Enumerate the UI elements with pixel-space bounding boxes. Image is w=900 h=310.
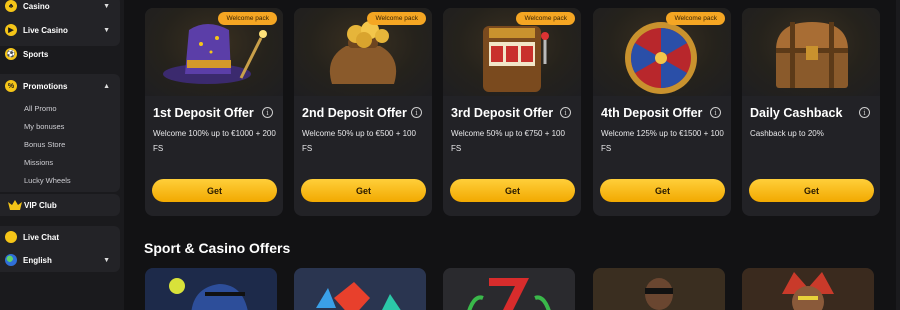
sidebar-item-label: Sports [23, 49, 49, 59]
chevron-down-icon[interactable]: ▼ [103, 257, 110, 264]
sidebar: ♣ Casino ▼ ▶ Live Casino ▼ ⚽ Sports % Pr… [0, 0, 124, 310]
casino-icon: ♣ [5, 0, 17, 12]
offer-tile-character[interactable] [593, 268, 725, 310]
offer-description: Welcome 125% up to €1500 + 100 FS [601, 129, 724, 153]
sidebar-subitem-my-bonuses[interactable]: My bonuses [24, 122, 64, 131]
language-selector[interactable]: English ▼ [0, 250, 120, 270]
gems-icon [294, 268, 426, 310]
sidebar-subitem-missions[interactable]: Missions [24, 158, 53, 167]
offer-card: Welcome pack 2nd Deposit Offer i Welcome… [294, 8, 432, 216]
sidebar-item-casino[interactable]: ♣ Casino ▼ [0, 0, 120, 16]
offer-tile-lucky-seven[interactable] [443, 268, 575, 310]
sidebar-item-live-casino[interactable]: ▶ Live Casino ▼ [0, 20, 120, 40]
sidebar-item-promotions[interactable]: % Promotions ▲ [0, 76, 120, 96]
sports-ball-icon: ⚽ [5, 48, 17, 60]
offer-title: 3rd Deposit Offer [451, 106, 554, 120]
offer-tile-gems[interactable] [294, 268, 426, 310]
sport-helmet-icon [145, 268, 277, 310]
sidebar-item-label: Live Chat [23, 232, 60, 242]
sidebar-item-live-chat[interactable]: Live Chat [0, 227, 120, 247]
treasure-chest-icon [742, 8, 880, 96]
offer-description: Welcome 100% up to €1000 + 200 FS [153, 129, 276, 153]
offer-title: Daily Cashback [750, 106, 843, 120]
globe-icon [5, 254, 17, 266]
get-offer-button[interactable]: Get [301, 179, 426, 202]
info-icon[interactable]: i [859, 107, 870, 118]
language-label: English [23, 255, 52, 265]
get-offer-button[interactable]: Get [600, 179, 725, 202]
sidebar-item-vip-club[interactable]: VIP Club [0, 195, 120, 215]
offer-card: Welcome pack 1st Deposit Offer i Welcome… [145, 8, 283, 216]
info-icon[interactable]: i [560, 107, 571, 118]
offer-title: 4th Deposit Offer [601, 106, 703, 120]
info-icon[interactable]: i [411, 107, 422, 118]
offer-card: Daily Cashback i Cashback up to 20% Get [742, 8, 880, 216]
chevron-down-icon[interactable]: ▼ [103, 3, 110, 10]
info-icon[interactable]: i [710, 107, 721, 118]
welcome-pack-badge: Welcome pack [367, 12, 426, 25]
offer-description: Welcome 50% up to €750 + 100 FS [451, 129, 565, 153]
offer-title: 1st Deposit Offer [153, 106, 254, 120]
welcome-pack-badge: Welcome pack [516, 12, 575, 25]
sidebar-item-label: VIP Club [24, 200, 57, 210]
sidebar-subitem-bonus-store[interactable]: Bonus Store [24, 140, 65, 149]
lucky-seven-icon [443, 268, 575, 310]
sidebar-item-label: Casino [23, 1, 50, 11]
info-icon[interactable]: i [262, 107, 273, 118]
chat-bubble-icon [5, 231, 17, 243]
crown-icon [8, 200, 22, 210]
section-title: Sport & Casino Offers [144, 240, 291, 256]
offer-card: Welcome pack 3rd Deposit Offer i Welcome… [443, 8, 581, 216]
sidebar-item-label: Promotions [23, 81, 68, 91]
offer-tile-warrior[interactable] [742, 268, 874, 310]
welcome-pack-badge: Welcome pack [218, 12, 277, 25]
sidebar-subitem-all-promo[interactable]: All Promo [24, 104, 57, 113]
get-offer-button[interactable]: Get [450, 179, 575, 202]
offer-tile-sport[interactable] [145, 268, 277, 310]
welcome-pack-badge: Welcome pack [666, 12, 725, 25]
scrollbar[interactable] [896, 0, 900, 310]
warrior-icon [742, 268, 874, 310]
get-offer-button[interactable]: Get [152, 179, 277, 202]
offer-title: 2nd Deposit Offer [302, 106, 407, 120]
sidebar-item-sports[interactable]: ⚽ Sports [0, 44, 120, 64]
get-offer-button[interactable]: Get [749, 179, 874, 202]
offer-description: Welcome 50% up to €500 + 100 FS [302, 129, 416, 153]
sidebar-subitem-lucky-wheels[interactable]: Lucky Wheels [24, 176, 71, 185]
character-icon [593, 268, 725, 310]
offer-card: Welcome pack 4th Deposit Offer i Welcome… [593, 8, 731, 216]
offer-description: Cashback up to 20% [750, 129, 824, 138]
promotions-icon: % [5, 80, 17, 92]
sidebar-item-label: Live Casino [23, 25, 68, 35]
chevron-up-icon[interactable]: ▲ [103, 83, 110, 90]
chevron-down-icon[interactable]: ▼ [103, 27, 110, 34]
play-icon: ▶ [5, 24, 17, 36]
